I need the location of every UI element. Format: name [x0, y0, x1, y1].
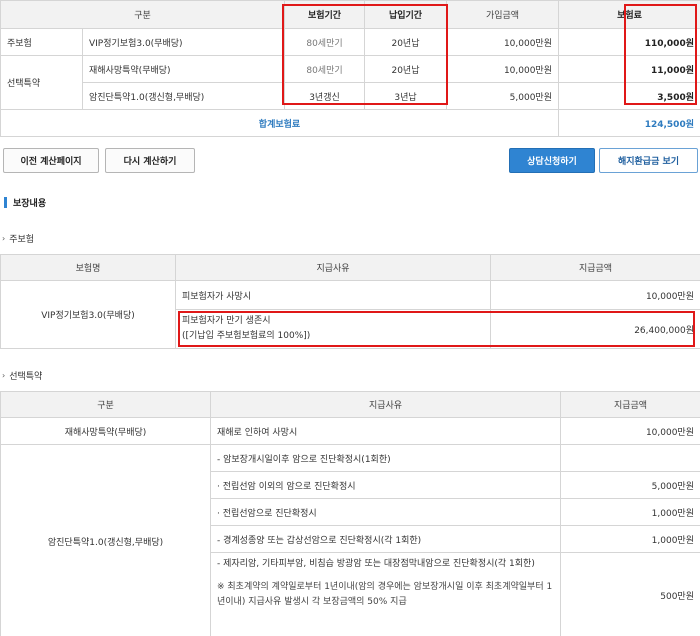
header-period: 보험기간 [284, 0, 365, 29]
surrender-value-button[interactable]: 해지환급금 보기 [599, 148, 698, 173]
table-row: 재해사망특약(무배당) 재해로 인하여 사망시 10,000만원 [0, 417, 700, 445]
pay-reason-cell: 피보험자가 사망시 [175, 280, 491, 310]
row-category: 주보험 [0, 28, 83, 56]
pay-amount-cell: 5,000만원 [560, 471, 700, 499]
total-premium-value: 124,500원 [558, 109, 700, 137]
header-pay-amount: 지급금액 [490, 254, 700, 281]
summary-row: 선택특약 재해사망특약(무배당) 80세만기 20년납 10,000만원 11,… [0, 55, 700, 110]
main-coverage-subtitle: › 주보험 [2, 232, 34, 245]
recalculate-button[interactable]: 다시 계산하기 [105, 148, 195, 173]
section-bar-marker [4, 197, 7, 208]
row-premium: 3,500원 [558, 82, 700, 110]
header-pay-reason: 지급사유 [175, 254, 491, 281]
pay-reason-cell: 재해로 인하여 사망시 [210, 417, 561, 445]
row-product: 재해사망특약(무배당) [82, 55, 285, 83]
row-amount: 5,000만원 [446, 82, 559, 110]
header-amount: 가입금액 [446, 0, 559, 29]
pay-amount-cell: 1,000만원 [560, 498, 700, 526]
chevron-right-icon: › [2, 234, 6, 243]
summary-row: 주보험 VIP정기보험3.0(무배당) 80세만기 20년납 10,000만원 … [0, 28, 700, 56]
insurance-name-cell: VIP정기보험3.0(무배당) [0, 280, 176, 349]
header-pay-reason: 지급사유 [210, 391, 561, 418]
row-product: VIP정기보험3.0(무배당) [82, 28, 285, 56]
table-row: VIP정기보험3.0(무배당) 피보험자가 사망시 10,000만원 [0, 280, 700, 349]
pay-reason-cell: 피보험자가 만기 생존시 ([기납입 주보험보험료의 100%]) [175, 309, 491, 349]
header-insurance-name: 보험명 [0, 254, 176, 281]
coverage-section-title: 보장내용 [4, 196, 46, 209]
header-premium: 보험료 [558, 0, 700, 29]
rider-coverage-label: 선택특약 [9, 372, 43, 382]
rider-name-cell: 암진단특약1.0(갱신형,무배당) [0, 444, 211, 636]
pay-amount-cell [560, 444, 700, 472]
header-payment: 납입기간 [364, 0, 447, 29]
pay-reason-note: ※ 최초계약의 계약일로부터 1년이내(암의 경우에는 암보장개시일 이후 최초… [217, 582, 553, 607]
pay-amount-cell: 10,000만원 [490, 280, 700, 310]
summary-total-row: 합계보험료 124,500원 [0, 109, 700, 137]
total-premium-label: 합계보험료 [0, 109, 559, 137]
row-category: 선택특약 [0, 55, 83, 110]
row-product: 암진단특약1.0(갱신형,무배당) [82, 82, 285, 110]
pay-reason-cell: · 전립선암으로 진단확정시 [210, 498, 561, 526]
rider-coverage-subtitle: › 선택특약 [2, 369, 42, 382]
row-payment: 20년납 [364, 28, 447, 56]
rider-header-row: 구분 지급사유 지급금액 [0, 391, 700, 418]
prev-calc-page-button[interactable]: 이전 계산페이지 [3, 148, 99, 173]
pay-reason-cell: - 경계성종양 또는 갑상선암으로 진단확정시(각 1회한) [210, 525, 561, 553]
consult-request-button[interactable]: 상담신청하기 [509, 148, 595, 173]
row-period: 3년갱신 [284, 82, 365, 110]
pay-amount-cell: 1,000만원 [560, 525, 700, 553]
pay-reason-cell: - 제자리암, 기타피부암, 비침습 방광암 또는 대장점막내암으로 진단확정시… [210, 552, 561, 636]
pay-amount-cell: 10,000만원 [560, 417, 700, 445]
header-category: 구분 [0, 0, 285, 29]
main-coverage-label: 주보험 [9, 235, 35, 245]
header-category: 구분 [0, 391, 211, 418]
row-period: 80세만기 [284, 28, 365, 56]
chevron-right-icon: › [2, 371, 6, 380]
coverage-title-text: 보장내용 [13, 199, 47, 209]
row-premium: 110,000원 [558, 28, 700, 56]
row-period: 80세만기 [284, 55, 365, 83]
main-coverage-header-row: 보험명 지급사유 지급금액 [0, 254, 700, 281]
summary-header-row: 구분 보험기간 납입기간 가입금액 보험료 [0, 0, 700, 29]
row-payment: 3년납 [364, 82, 447, 110]
pay-amount-cell: 500만원 [560, 552, 700, 636]
header-pay-amount: 지급금액 [560, 391, 700, 418]
row-payment: 20년납 [364, 55, 447, 83]
table-row: 암진단특약1.0(갱신형,무배당) - 암보장개시일이후 암으로 진단확정시(1… [0, 444, 700, 636]
rider-name-cell: 재해사망특약(무배당) [0, 417, 211, 445]
pay-reason-line1: 피보험자가 만기 생존시 [182, 316, 271, 326]
rider-coverage-table: 구분 지급사유 지급금액 재해사망특약(무배당) 재해로 인하여 사망시 10,… [0, 391, 700, 636]
main-coverage-table: 보험명 지급사유 지급금액 VIP정기보험3.0(무배당) 피보험자가 사망시 … [0, 254, 700, 349]
pay-reason-cell: - 암보장개시일이후 암으로 진단확정시(1회한) [210, 444, 561, 472]
row-amount: 10,000만원 [446, 28, 559, 56]
row-amount: 10,000만원 [446, 55, 559, 83]
summary-row: 암진단특약1.0(갱신형,무배당) 3년갱신 3년납 5,000만원 3,500… [1, 82, 700, 110]
row-premium: 11,000원 [558, 55, 700, 83]
pay-reason-text: - 제자리암, 기타피부암, 비침습 방광암 또는 대장점막내암으로 진단확정시… [217, 559, 535, 569]
premium-summary-table: 구분 보험기간 납입기간 가입금액 보험료 주보험 VIP정기보험3.0(무배당… [0, 0, 700, 137]
pay-reason-cell: · 전립선암 이외의 암으로 진단확정시 [210, 471, 561, 499]
pay-amount-cell: 26,400,000원 [490, 309, 700, 349]
pay-reason-line2: ([기납입 주보험보험료의 100%]) [182, 331, 311, 341]
